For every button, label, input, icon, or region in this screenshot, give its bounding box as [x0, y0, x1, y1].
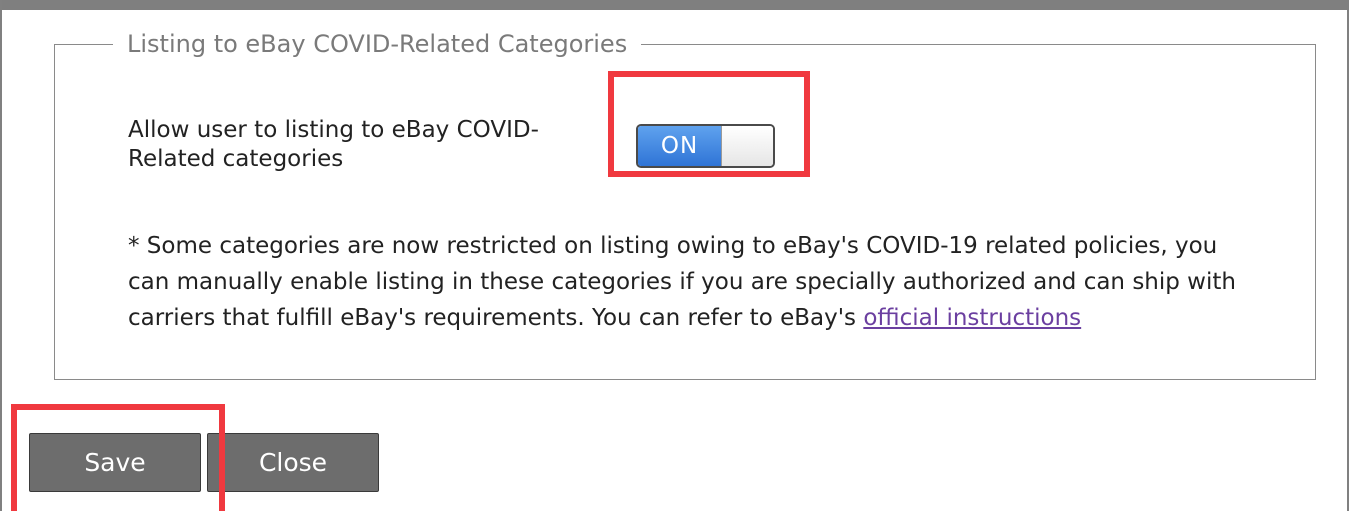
restriction-note: * Some categories are now restricted on … [128, 228, 1243, 336]
dialog-top-bar [2, 0, 1349, 10]
allow-covid-listing-toggle[interactable]: ON [636, 124, 775, 168]
settings-dialog: Listing to eBay COVID-Related Categories… [0, 0, 1349, 511]
label-line-1: Allow user to listing to eBay COVID- [128, 117, 539, 143]
group-legend: Listing to eBay COVID-Related Categories [127, 30, 628, 58]
label-line-2: Related categories [128, 146, 344, 172]
toggle-knob [721, 126, 773, 166]
official-instructions-link[interactable]: official instructions [863, 305, 1081, 331]
toggle-on-label: ON [638, 126, 721, 166]
save-button[interactable]: Save [29, 433, 201, 492]
covid-categories-group: Listing to eBay COVID-Related Categories… [54, 30, 1316, 380]
close-button[interactable]: Close [207, 433, 379, 492]
allow-covid-listing-label: Allow user to listing to eBay COVID- Rel… [128, 116, 608, 174]
